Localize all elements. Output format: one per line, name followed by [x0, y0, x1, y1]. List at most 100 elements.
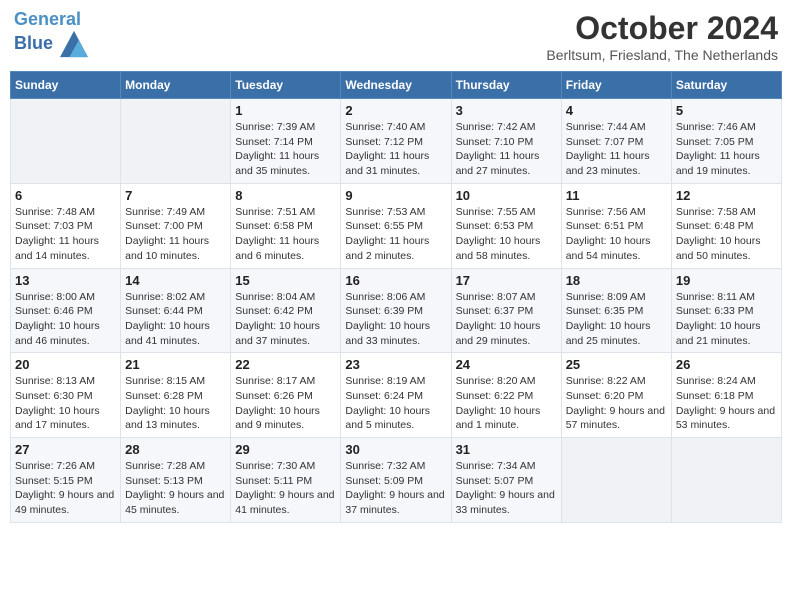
calendar-cell: 27 Sunrise: 7:26 AMSunset: 5:15 PMDayligh…	[11, 438, 121, 523]
calendar-cell: 29 Sunrise: 7:30 AMSunset: 5:11 PMDayligh…	[231, 438, 341, 523]
day-number: 24	[456, 357, 557, 372]
day-number: 28	[125, 442, 226, 457]
calendar-cell	[671, 438, 781, 523]
calendar-cell: 22 Sunrise: 8:17 AMSunset: 6:26 PMDayligh…	[231, 353, 341, 438]
calendar-week-row: 20 Sunrise: 8:13 AMSunset: 6:30 PMDayligh…	[11, 353, 782, 438]
weekday-header: Sunday	[11, 72, 121, 99]
day-number: 31	[456, 442, 557, 457]
day-number: 13	[15, 273, 116, 288]
day-info: Sunrise: 8:02 AMSunset: 6:44 PMDaylight:…	[125, 290, 226, 349]
calendar-cell	[11, 99, 121, 184]
day-number: 2	[345, 103, 446, 118]
day-info: Sunrise: 7:30 AMSunset: 5:11 PMDaylight:…	[235, 459, 336, 518]
calendar-week-row: 27 Sunrise: 7:26 AMSunset: 5:15 PMDayligh…	[11, 438, 782, 523]
day-number: 1	[235, 103, 336, 118]
calendar-cell: 5 Sunrise: 7:46 AMSunset: 7:05 PMDaylight…	[671, 99, 781, 184]
calendar-cell: 28 Sunrise: 7:28 AMSunset: 5:13 PMDayligh…	[121, 438, 231, 523]
weekday-header-row: SundayMondayTuesdayWednesdayThursdayFrid…	[11, 72, 782, 99]
calendar-cell: 19Sunrise: 8:11 AMSunset: 6:33 PMDayligh…	[671, 268, 781, 353]
day-info: Sunrise: 8:17 AMSunset: 6:26 PMDaylight:…	[235, 374, 336, 433]
calendar-cell	[561, 438, 671, 523]
day-number: 9	[345, 188, 446, 203]
day-number: 6	[15, 188, 116, 203]
month-title: October 2024	[546, 10, 778, 47]
day-info: Sunrise: 7:34 AMSunset: 5:07 PMDaylight:…	[456, 459, 557, 518]
day-info: Sunrise: 7:49 AMSunset: 7:00 PMDaylight:…	[125, 205, 226, 264]
day-info: Sunrise: 8:19 AMSunset: 6:24 PMDaylight:…	[345, 374, 446, 433]
day-info: Sunrise: 7:28 AMSunset: 5:13 PMDaylight:…	[125, 459, 226, 518]
logo-text2: Blue	[14, 30, 88, 58]
weekday-header: Monday	[121, 72, 231, 99]
day-info: Sunrise: 8:15 AMSunset: 6:28 PMDaylight:…	[125, 374, 226, 433]
calendar-cell: 17 Sunrise: 8:07 AMSunset: 6:37 PMDayligh…	[451, 268, 561, 353]
day-number: 4	[566, 103, 667, 118]
day-number: 10	[456, 188, 557, 203]
calendar-cell: 10 Sunrise: 7:55 AMSunset: 6:53 PMDayligh…	[451, 183, 561, 268]
weekday-header: Thursday	[451, 72, 561, 99]
day-info: Sunrise: 7:32 AMSunset: 5:09 PMDaylight:…	[345, 459, 446, 518]
day-number: 8	[235, 188, 336, 203]
day-number: 25	[566, 357, 667, 372]
logo: General Blue	[14, 10, 88, 58]
calendar-cell: 3 Sunrise: 7:42 AMSunset: 7:10 PMDaylight…	[451, 99, 561, 184]
day-info: Sunrise: 8:04 AMSunset: 6:42 PMDaylight:…	[235, 290, 336, 349]
calendar-table: SundayMondayTuesdayWednesdayThursdayFrid…	[10, 71, 782, 523]
calendar-cell: 16Sunrise: 8:06 AMSunset: 6:39 PMDayligh…	[341, 268, 451, 353]
calendar-cell: 2 Sunrise: 7:40 AMSunset: 7:12 PMDaylight…	[341, 99, 451, 184]
calendar-cell: 24 Sunrise: 8:20 AMSunset: 6:22 PMDayligh…	[451, 353, 561, 438]
calendar-week-row: 13 Sunrise: 8:00 AMSunset: 6:46 PMDayligh…	[11, 268, 782, 353]
calendar-cell: 15Sunrise: 8:04 AMSunset: 6:42 PMDayligh…	[231, 268, 341, 353]
day-number: 27	[15, 442, 116, 457]
day-info: Sunrise: 7:26 AMSunset: 5:15 PMDaylight:…	[15, 459, 116, 518]
day-number: 12	[676, 188, 777, 203]
day-number: 5	[676, 103, 777, 118]
day-info: Sunrise: 7:46 AMSunset: 7:05 PMDaylight:…	[676, 120, 777, 179]
calendar-cell: 13 Sunrise: 8:00 AMSunset: 6:46 PMDayligh…	[11, 268, 121, 353]
logo-text: General	[14, 10, 88, 30]
day-info: Sunrise: 7:42 AMSunset: 7:10 PMDaylight:…	[456, 120, 557, 179]
calendar-cell: 14 Sunrise: 8:02 AMSunset: 6:44 PMDayligh…	[121, 268, 231, 353]
weekday-header: Friday	[561, 72, 671, 99]
day-info: Sunrise: 8:11 AMSunset: 6:33 PMDaylight:…	[676, 290, 777, 349]
calendar-cell: 9 Sunrise: 7:53 AMSunset: 6:55 PMDaylight…	[341, 183, 451, 268]
day-number: 14	[125, 273, 226, 288]
calendar-cell: 23 Sunrise: 8:19 AMSunset: 6:24 PMDayligh…	[341, 353, 451, 438]
calendar-cell: 12Sunrise: 7:58 AMSunset: 6:48 PMDayligh…	[671, 183, 781, 268]
day-info: Sunrise: 7:53 AMSunset: 6:55 PMDaylight:…	[345, 205, 446, 264]
day-number: 22	[235, 357, 336, 372]
day-info: Sunrise: 7:40 AMSunset: 7:12 PMDaylight:…	[345, 120, 446, 179]
day-number: 7	[125, 188, 226, 203]
day-number: 3	[456, 103, 557, 118]
day-number: 20	[15, 357, 116, 372]
day-info: Sunrise: 7:51 AMSunset: 6:58 PMDaylight:…	[235, 205, 336, 264]
day-number: 29	[235, 442, 336, 457]
day-info: Sunrise: 8:07 AMSunset: 6:37 PMDaylight:…	[456, 290, 557, 349]
day-info: Sunrise: 8:09 AMSunset: 6:35 PMDaylight:…	[566, 290, 667, 349]
calendar-cell: 21 Sunrise: 8:15 AMSunset: 6:28 PMDayligh…	[121, 353, 231, 438]
calendar-cell: 6 Sunrise: 7:48 AMSunset: 7:03 PMDaylight…	[11, 183, 121, 268]
day-info: Sunrise: 7:55 AMSunset: 6:53 PMDaylight:…	[456, 205, 557, 264]
calendar-cell: 8 Sunrise: 7:51 AMSunset: 6:58 PMDaylight…	[231, 183, 341, 268]
day-number: 17	[456, 273, 557, 288]
calendar-cell: 31 Sunrise: 7:34 AMSunset: 5:07 PMDayligh…	[451, 438, 561, 523]
day-info: Sunrise: 8:06 AMSunset: 6:39 PMDaylight:…	[345, 290, 446, 349]
day-info: Sunrise: 8:13 AMSunset: 6:30 PMDaylight:…	[15, 374, 116, 433]
day-info: Sunrise: 7:39 AMSunset: 7:14 PMDaylight:…	[235, 120, 336, 179]
day-number: 30	[345, 442, 446, 457]
calendar-cell: 20 Sunrise: 8:13 AMSunset: 6:30 PMDayligh…	[11, 353, 121, 438]
calendar-cell	[121, 99, 231, 184]
day-info: Sunrise: 7:48 AMSunset: 7:03 PMDaylight:…	[15, 205, 116, 264]
day-number: 23	[345, 357, 446, 372]
day-number: 21	[125, 357, 226, 372]
location-title: Berltsum, Friesland, The Netherlands	[546, 47, 778, 63]
calendar-week-row: 1 Sunrise: 7:39 AMSunset: 7:14 PMDaylight…	[11, 99, 782, 184]
logo-icon	[60, 30, 88, 58]
day-number: 18	[566, 273, 667, 288]
calendar-cell: 11Sunrise: 7:56 AMSunset: 6:51 PMDayligh…	[561, 183, 671, 268]
page-header: General Blue October 2024 Berltsum, Frie…	[10, 10, 782, 63]
calendar-cell: 30 Sunrise: 7:32 AMSunset: 5:09 PMDayligh…	[341, 438, 451, 523]
calendar-cell: 26Sunrise: 8:24 AMSunset: 6:18 PMDayligh…	[671, 353, 781, 438]
day-info: Sunrise: 8:00 AMSunset: 6:46 PMDaylight:…	[15, 290, 116, 349]
calendar-cell: 4Sunrise: 7:44 AMSunset: 7:07 PMDaylight…	[561, 99, 671, 184]
day-info: Sunrise: 8:20 AMSunset: 6:22 PMDaylight:…	[456, 374, 557, 433]
